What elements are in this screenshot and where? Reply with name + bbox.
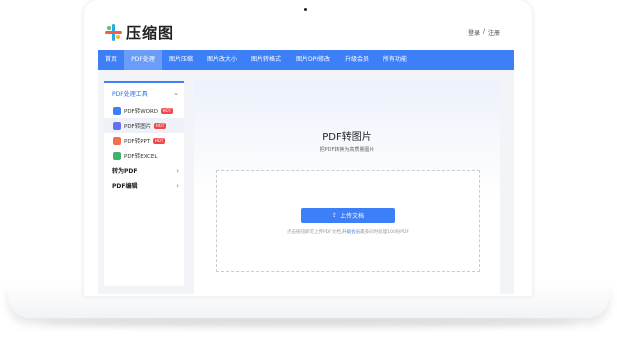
page-subtitle: 把PDF转换为高质量图片: [319, 147, 375, 153]
brand-name: 压缩图: [126, 23, 175, 42]
nav-item-convert[interactable]: 图片转格式: [244, 50, 288, 70]
laptop-mockup: 压缩图 登录 / 注册 首页 PDF处理 图片压缩 图片改大小 图片转格式 图片…: [0, 0, 617, 337]
main-nav: 首页 PDF处理 图片压缩 图片改大小 图片转格式 图片DPI修改 升级会员 所…: [98, 50, 514, 70]
sidebar-group-pdf-edit[interactable]: PDF编辑 ›: [104, 178, 184, 193]
chevron-right-icon: ›: [176, 166, 179, 175]
upgrade-vip-link[interactable]: 升级会员: [342, 230, 360, 235]
hint-text-suffix: 最多同时处理100份PDF: [360, 230, 410, 235]
sidebar-group-label: 转为PDF: [112, 168, 138, 175]
sidebar-section-title: PDF处理工具: [112, 90, 148, 98]
logo-icon: [105, 23, 122, 41]
sidebar-item-pdf-to-excel[interactable]: PDF转EXCEL: [104, 148, 184, 163]
nav-item-resize[interactable]: 图片改大小: [200, 50, 244, 70]
camera-dot: [304, 8, 307, 11]
sidebar-item-pdf-to-image[interactable]: PDF转图片 HOT: [104, 118, 184, 133]
sidebar-item-pdf-to-ppt[interactable]: PDF转PPT HOT: [104, 133, 184, 148]
nav-item-compress[interactable]: 图片压缩: [162, 50, 200, 70]
hint-text: 点击按钮即可上传PDF文档,: [286, 230, 343, 235]
sidebar-group-to-pdf[interactable]: 转为PDF ›: [104, 163, 184, 178]
upload-button-label: 上传文档: [340, 213, 365, 220]
browser-screen: 压缩图 登录 / 注册 首页 PDF处理 图片压缩 图片改大小 图片转格式 图片…: [98, 12, 514, 294]
nav-item-dpi[interactable]: 图片DPI修改: [288, 50, 338, 70]
nav-item-pdf[interactable]: PDF处理: [124, 50, 162, 70]
hot-badge: HOT: [153, 137, 165, 144]
nav-item-vip[interactable]: 升级会员: [338, 50, 376, 70]
content-area: PDF处理工具 ⌄ PDF转WORD HOT PDF转图片 HOT PDF转PP…: [98, 70, 514, 294]
main-panel: PDF转图片 把PDF转换为高质量图片 ⇪ 上传文档 点击按钮即可上传PDF文档…: [194, 80, 500, 294]
brand-logo[interactable]: 压缩图: [105, 23, 175, 42]
upload-icon: ⇪: [331, 212, 337, 219]
sidebar-item-pdf-to-word[interactable]: PDF转WORD HOT: [104, 103, 184, 118]
upload-hint: 点击按钮即可上传PDF文档,升级会员最多同时处理100份PDF: [217, 229, 479, 235]
auth-links: 登录 / 注册: [468, 28, 500, 37]
hot-badge: HOT: [154, 122, 166, 129]
upload-dropzone[interactable]: ⇪ 上传文档 点击按钮即可上传PDF文档,升级会员最多同时处理100份PDF: [216, 170, 480, 272]
nav-item-home[interactable]: 首页: [98, 50, 124, 70]
hot-badge: HOT: [161, 107, 173, 114]
sidebar-item-label: PDF转PPT: [124, 138, 151, 145]
page-title: PDF转图片: [322, 132, 372, 143]
sidebar-section-header[interactable]: PDF处理工具 ⌄: [104, 83, 184, 103]
sidebar-group-label: PDF编辑: [112, 183, 138, 190]
laptop-shadow: [40, 318, 577, 328]
sidebar-item-label: PDF转EXCEL: [124, 153, 158, 160]
image-icon: [113, 121, 121, 130]
excel-icon: [113, 151, 121, 160]
register-link[interactable]: 注册: [488, 28, 500, 37]
sidebar-item-label: PDF转图片: [124, 123, 152, 130]
ppt-icon: [113, 136, 121, 145]
sidebar-item-label: PDF转WORD: [124, 108, 159, 115]
upload-button[interactable]: ⇪ 上传文档: [301, 208, 395, 223]
chevron-down-icon: ⌄: [173, 89, 179, 97]
sidebar: PDF处理工具 ⌄ PDF转WORD HOT PDF转图片 HOT PDF转PP…: [104, 81, 184, 286]
chevron-right-icon: ›: [176, 181, 179, 190]
auth-separator: /: [482, 28, 485, 35]
word-icon: [113, 106, 121, 115]
login-link[interactable]: 登录: [468, 28, 480, 37]
nav-item-all[interactable]: 所有功能: [376, 50, 414, 70]
